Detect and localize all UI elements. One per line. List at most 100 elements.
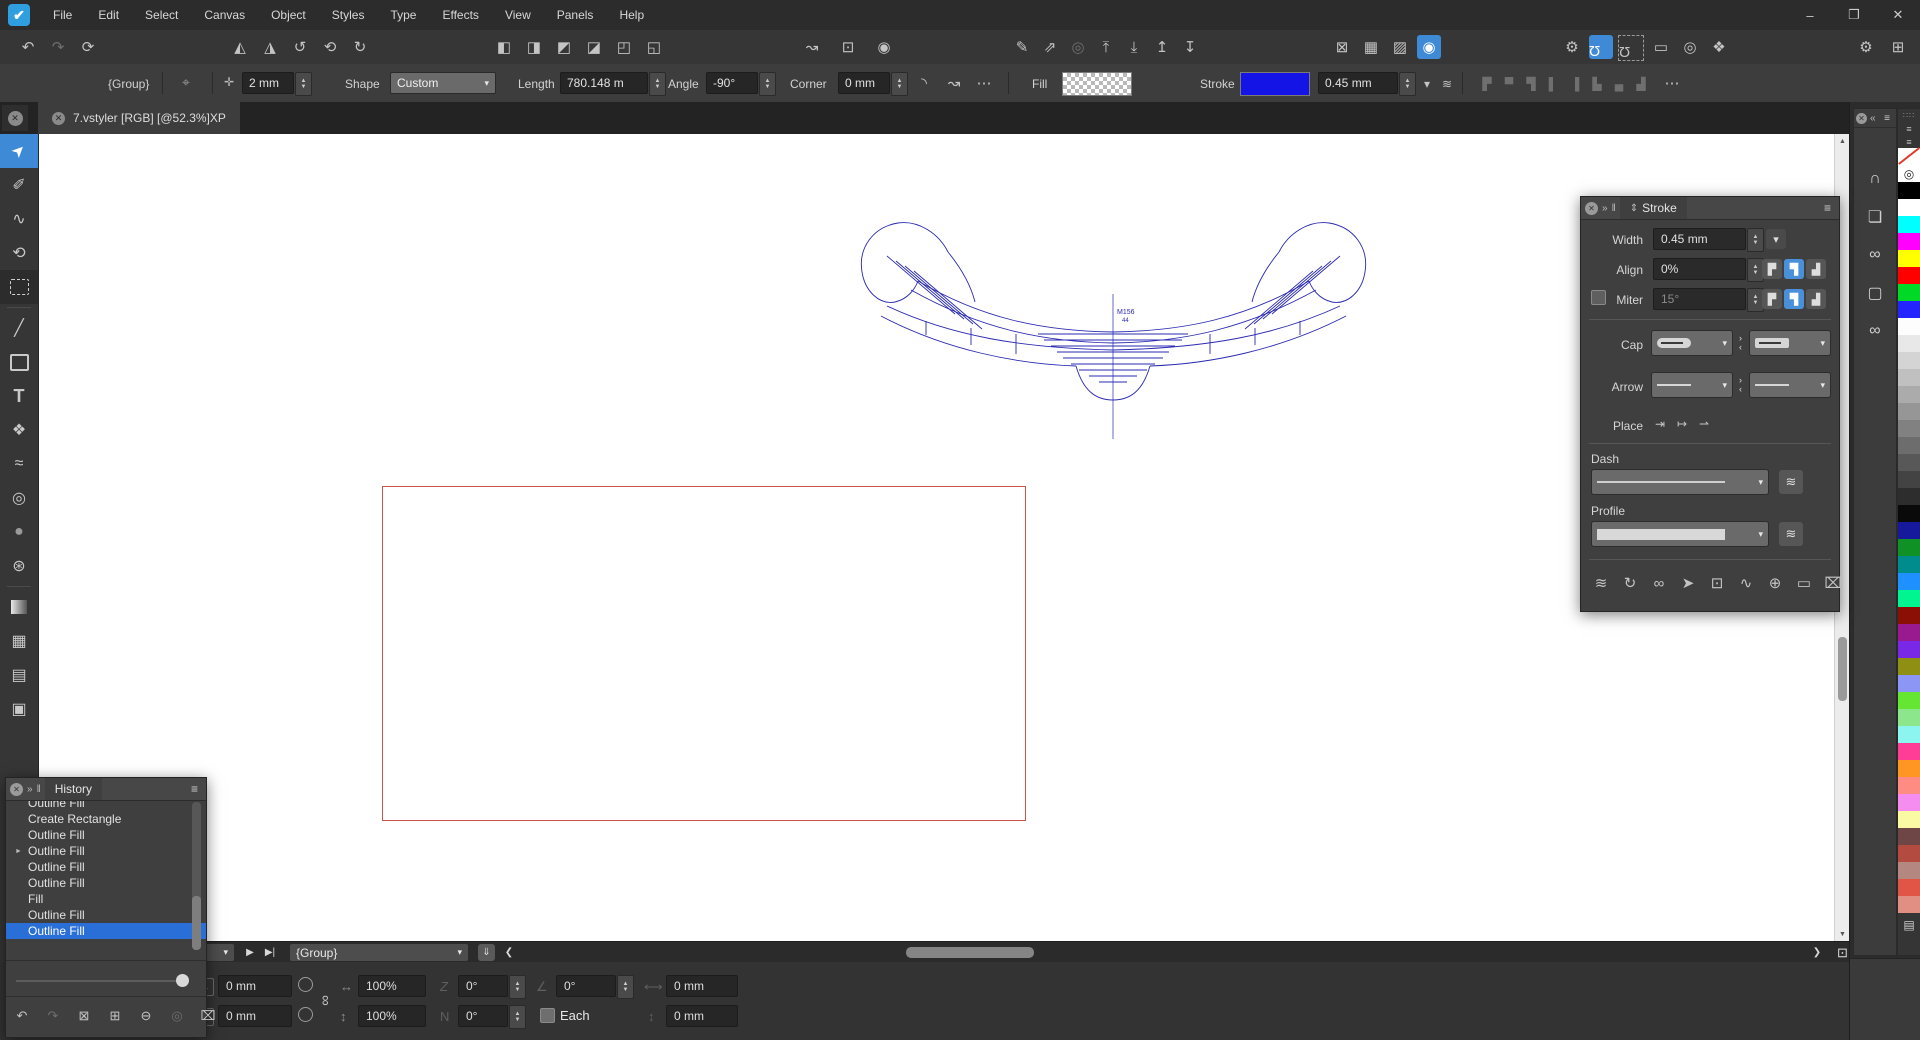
rotate-cw-icon[interactable]: ↻: [348, 35, 372, 59]
place-end-icon[interactable]: ⇀: [1695, 415, 1713, 433]
swatch[interactable]: [1898, 777, 1920, 794]
swatch[interactable]: [1898, 403, 1920, 420]
arrow-swap-control[interactable]: ›‹: [1734, 372, 1747, 398]
swatch[interactable]: [1898, 437, 1920, 454]
gradient-tool[interactable]: [0, 590, 38, 624]
stroke-pin-icon[interactable]: ‖: [1612, 203, 1616, 214]
snap-options-icon[interactable]: ⚙: [1560, 35, 1584, 59]
bring-to-front-icon[interactable]: ⤒: [1094, 35, 1118, 59]
y-reset-button[interactable]: [298, 1007, 313, 1022]
more-options-icon[interactable]: ⋯: [972, 71, 996, 95]
mesh-tool[interactable]: ⊛: [0, 549, 38, 583]
move-step-spinner[interactable]: ▲▼: [295, 72, 312, 96]
swatch[interactable]: [1898, 879, 1920, 896]
x-position-field[interactable]: 0 mm: [218, 975, 292, 997]
linked-styles-panel-icon[interactable]: ∞: [1854, 240, 1896, 270]
history-item[interactable]: Fill: [6, 891, 206, 907]
align-left-icon[interactable]: ▛: [1478, 75, 1496, 93]
fill-swatch[interactable]: [1062, 72, 1132, 96]
skew-x-spinner[interactable]: ▲▼: [509, 975, 526, 999]
corner-field[interactable]: 0 mm: [838, 72, 890, 94]
bring-forward-icon[interactable]: ↥: [1150, 35, 1174, 59]
links-panel-icon[interactable]: ∞: [1854, 316, 1896, 346]
app-settings-icon[interactable]: ⚙: [1854, 35, 1878, 59]
swatch[interactable]: [1898, 539, 1920, 556]
blend-icon[interactable]: ◉: [1417, 35, 1441, 59]
swatch[interactable]: [1898, 505, 1920, 522]
menu-panels[interactable]: Panels: [544, 0, 607, 30]
blob-tool[interactable]: ●: [0, 515, 38, 549]
pattern-icon[interactable]: ▦: [1359, 35, 1383, 59]
stroke-curve-icon[interactable]: ∿: [1734, 571, 1758, 595]
corner-spinner[interactable]: ▲▼: [891, 72, 908, 96]
swatch[interactable]: [1898, 607, 1920, 624]
stroke-options-icon[interactable]: ≋: [1589, 571, 1613, 595]
miter-angle-field[interactable]: 15°: [1653, 288, 1746, 310]
hatch-icon[interactable]: ▨: [1388, 35, 1412, 59]
swatch[interactable]: [1898, 471, 1920, 488]
align-right-icon[interactable]: ▜: [1522, 75, 1540, 93]
history-item[interactable]: Outline Fill: [6, 827, 206, 843]
bend-curve-icon[interactable]: ↝: [800, 35, 824, 59]
dock-menu-icon[interactable]: ≡: [1884, 113, 1894, 124]
expand-transform-icon[interactable]: ⊡: [836, 35, 860, 59]
send-to-back-icon[interactable]: ⤓: [1122, 35, 1146, 59]
arrow-end-dropdown[interactable]: ▾: [1749, 372, 1831, 398]
vertical-scroll-thumb[interactable]: [1838, 637, 1847, 701]
stroke-select-style-icon[interactable]: ➤: [1676, 571, 1700, 595]
stroke-collapse-icon[interactable]: »: [1602, 203, 1608, 214]
history-item-selected[interactable]: Outline Fill: [6, 923, 206, 939]
history-undo-icon[interactable]: ↶: [12, 1006, 32, 1026]
technical-drawing[interactable]: M156 44: [851, 214, 1376, 449]
menu-help[interactable]: Help: [606, 0, 657, 30]
align-outside-button[interactable]: ▟: [1806, 259, 1826, 279]
swatch[interactable]: [1898, 233, 1920, 250]
history-item[interactable]: Outline Fill: [6, 907, 206, 923]
swatch[interactable]: [1898, 216, 1920, 233]
cap-end-dropdown[interactable]: ▾: [1749, 330, 1831, 356]
swatch[interactable]: [1898, 641, 1920, 658]
boolean-merge-icon[interactable]: ◱: [642, 35, 666, 59]
corners-panel-icon[interactable]: ▢: [1854, 278, 1896, 308]
stroke-align-field[interactable]: 0%: [1653, 258, 1746, 280]
swatch[interactable]: [1898, 573, 1920, 590]
close-button[interactable]: ✕: [1876, 0, 1920, 30]
palette-list-icon-2[interactable]: ≡: [1898, 135, 1920, 148]
stroke-width-spinner[interactable]: ▲▼: [1399, 72, 1416, 96]
selected-rectangle[interactable]: [382, 486, 1026, 821]
swatch[interactable]: [1898, 369, 1920, 386]
align-inside-button[interactable]: ▛: [1762, 259, 1782, 279]
record-history-icon[interactable]: ◎: [167, 1006, 187, 1026]
join-miter-button[interactable]: ▛: [1762, 289, 1782, 309]
align-top-icon[interactable]: ▌: [1544, 75, 1562, 93]
swatch[interactable]: [1898, 318, 1920, 335]
shapes-panel-icon[interactable]: ❏: [1854, 202, 1896, 232]
stroke-width-dropdown-icon[interactable]: ▾: [1418, 75, 1436, 93]
stroke-rect-icon[interactable]: ▭: [1792, 571, 1816, 595]
shape-select[interactable]: Custom▾: [390, 72, 496, 94]
stroke-tab[interactable]: ⇕Stroke: [1620, 197, 1687, 219]
swatch[interactable]: [1898, 675, 1920, 692]
palette-menu-icon[interactable]: ▤: [1898, 915, 1920, 935]
open-external-icon[interactable]: ⇗: [1038, 35, 1062, 59]
menu-select[interactable]: Select: [132, 0, 191, 30]
dash-dropdown[interactable]: ▾: [1591, 469, 1769, 495]
swatch[interactable]: [1898, 199, 1920, 216]
history-item[interactable]: Create Rectangle: [6, 811, 206, 827]
canvas[interactable]: M156 44: [38, 134, 1834, 941]
swatch[interactable]: [1898, 182, 1920, 199]
history-scroll-thumb[interactable]: [192, 896, 201, 950]
swatch[interactable]: [1898, 556, 1920, 573]
history-trash-icon[interactable]: ⌧: [198, 1006, 218, 1026]
repeat-icon[interactable]: ⟳: [76, 35, 100, 59]
boolean-union-icon[interactable]: ◧: [492, 35, 516, 59]
swatch[interactable]: [1898, 726, 1920, 743]
boolean-subtract-icon[interactable]: ◨: [522, 35, 546, 59]
knife-tool[interactable]: ╱: [0, 311, 38, 345]
snap-magnet-icon[interactable]: Ω: [1589, 35, 1613, 59]
history-redo-icon[interactable]: ↷: [43, 1006, 63, 1026]
stroke-menu-icon[interactable]: ≡: [1824, 201, 1835, 215]
undo-icon[interactable]: ↶: [16, 35, 40, 59]
palette-drag-handle[interactable]: ∷∷: [1898, 109, 1920, 122]
history-menu-icon[interactable]: ≡: [191, 782, 202, 796]
